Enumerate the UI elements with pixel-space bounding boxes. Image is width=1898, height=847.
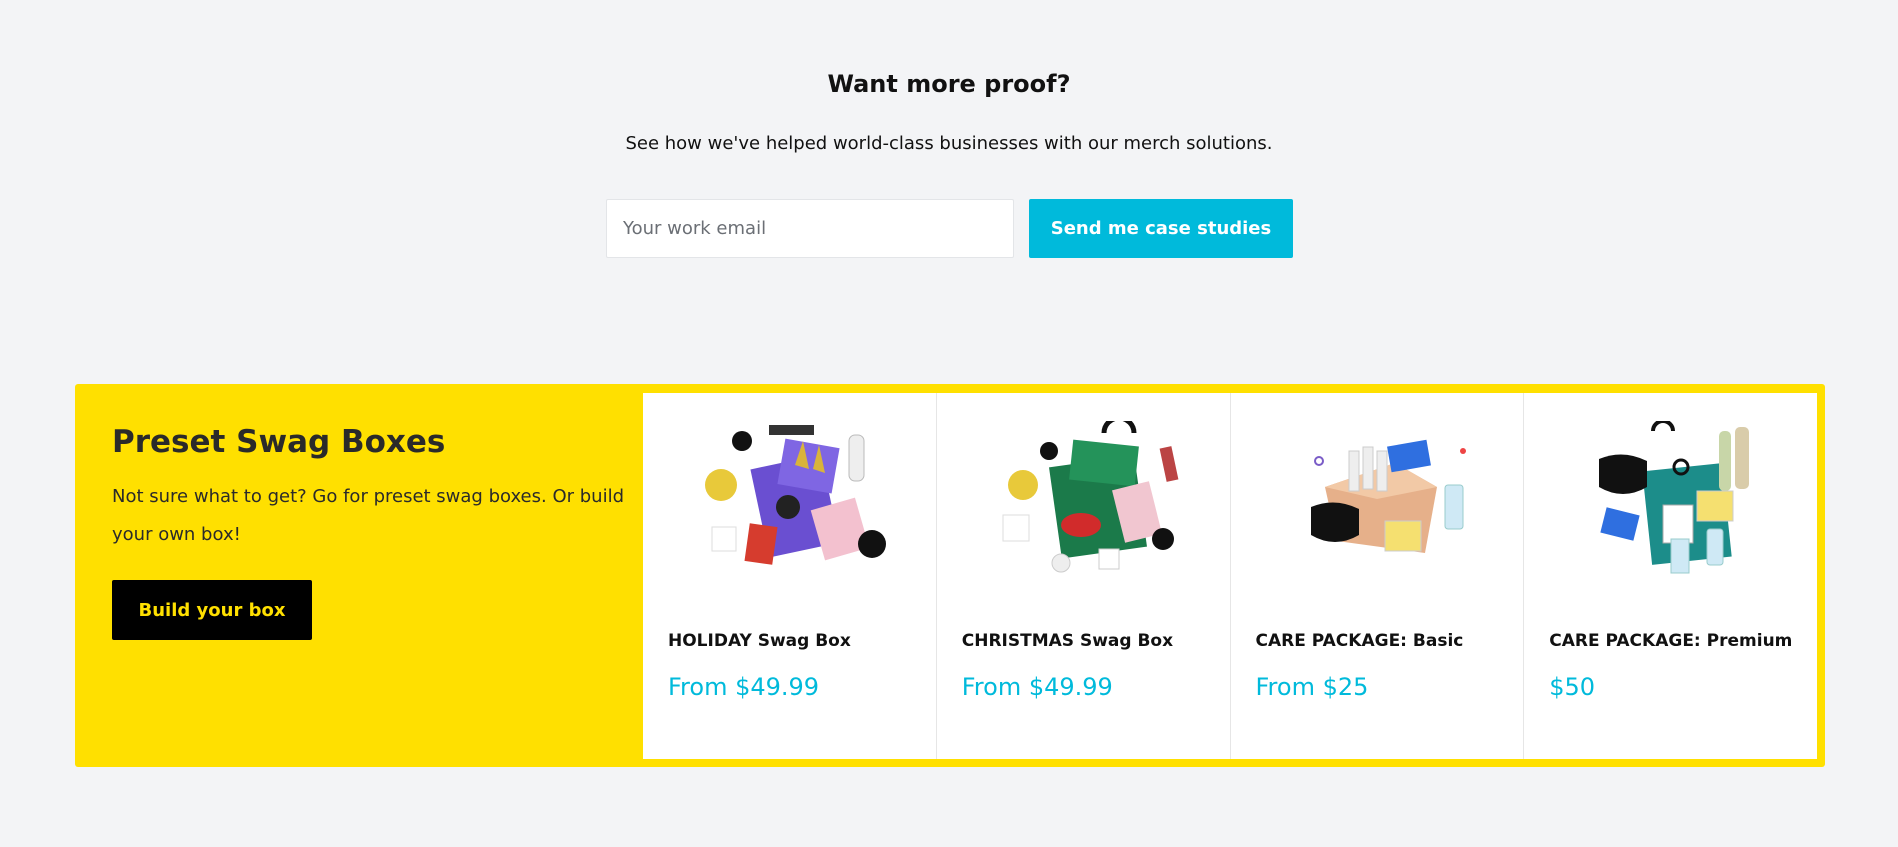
- build-your-box-button[interactable]: Build your box: [112, 580, 312, 640]
- product-price: From $49.99: [961, 673, 1113, 701]
- product-price: From $25: [1255, 673, 1369, 701]
- product-card[interactable]: CHRISTMAS Swag Box From $49.99: [937, 393, 1231, 759]
- swag-section-title: Preset Swag Boxes: [112, 424, 446, 460]
- swag-section-description: Not sure what to get? Go for preset swag…: [112, 486, 625, 545]
- product-list: HOLIDAY Swag Box From $49.99 CHRISTMAS S…: [643, 393, 1817, 759]
- care-basic-image[interactable]: [1231, 421, 1524, 577]
- product-card[interactable]: CARE PACKAGE: Basic From $25: [1231, 393, 1525, 759]
- section-title: Want more proof?: [827, 70, 1071, 98]
- product-card[interactable]: CARE PACKAGE: Premium $50: [1524, 393, 1817, 759]
- care-premium-image[interactable]: [1524, 421, 1817, 577]
- preset-swag-boxes-section: Preset Swag Boxes Not sure what to get? …: [75, 384, 1825, 767]
- section-subtitle: See how we've helped world-class busines…: [625, 133, 1273, 154]
- product-name[interactable]: CARE PACKAGE: Premium: [1549, 631, 1792, 651]
- work-email-input[interactable]: [606, 199, 1014, 258]
- product-card[interactable]: HOLIDAY Swag Box From $49.99: [643, 393, 937, 759]
- product-name[interactable]: CHRISTMAS Swag Box: [962, 631, 1173, 651]
- case-studies-section: Want more proof? See how we've helped wo…: [0, 0, 1898, 300]
- product-price: $50: [1549, 673, 1596, 701]
- product-name[interactable]: HOLIDAY Swag Box: [668, 631, 851, 651]
- christmas-box-image[interactable]: [937, 421, 1230, 577]
- send-case-studies-button[interactable]: Send me case studies: [1029, 199, 1293, 258]
- holiday-box-image[interactable]: [643, 421, 936, 577]
- product-name[interactable]: CARE PACKAGE: Basic: [1256, 631, 1464, 651]
- product-price: From $49.99: [668, 673, 820, 701]
